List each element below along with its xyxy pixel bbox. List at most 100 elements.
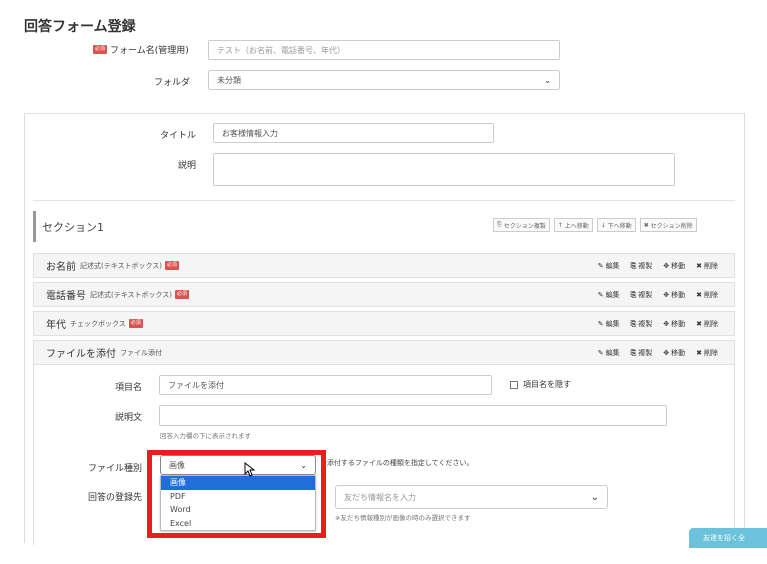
move-label: 移動 [671, 261, 686, 270]
delete-button[interactable]: ✖ 削除 [696, 261, 718, 271]
delete-label: 削除 [704, 290, 718, 299]
dest-label: 回答の登録先 [87, 493, 142, 503]
copy-button[interactable]: ⎘ 複製 [631, 348, 653, 358]
content-desc-label: 説明 [177, 161, 196, 171]
chevron-down-icon: ⌄ [544, 75, 551, 85]
delete-label: 削除 [704, 319, 718, 328]
item-name-input[interactable]: ファイルを添付 [159, 375, 492, 395]
delete-button[interactable]: ✖ 削除 [696, 319, 718, 329]
section-bar [33, 211, 36, 242]
item-name: 年代 [46, 320, 66, 331]
form-name-input[interactable]: テスト（お名前、電話番号、年代） [208, 40, 560, 60]
section-up-button[interactable]: ↑ 上へ移動 [553, 218, 593, 232]
content-desc-textarea[interactable] [213, 153, 675, 186]
copy-label: 複製 [638, 319, 653, 328]
item-name: お名前 [46, 262, 76, 273]
delete-button[interactable]: ✖ 削除 [696, 348, 718, 358]
item-row-age[interactable]: 年代 チェックボックス 必須 ✎ 編集 ⎘ 複製 ✥ 移動 ✖ 削除 [33, 311, 735, 336]
item-actions: ✎ 編集 ⎘ 複製 ✥ 移動 ✖ 削除 [598, 341, 718, 364]
desc-label: 説明文 [114, 413, 142, 423]
file-type-label: ファイル種別 [87, 464, 142, 474]
form-name-label: フォーム名(管理用) [110, 46, 189, 56]
floating-button[interactable]: 友達を招く全 [689, 528, 767, 548]
item-type: 記述式(テキストボックス) [90, 290, 173, 299]
delete-label: 削除 [704, 348, 718, 357]
section-copy-label: セクション複製 [503, 222, 546, 230]
item-name: ファイルを添付 [46, 349, 116, 360]
file-type-help: ※添付するファイルの種類を指定してください。 [321, 459, 474, 467]
close-icon: ✖ [696, 319, 702, 328]
required-badge: 必須 [93, 45, 108, 54]
item-type: チェックボックス [70, 319, 126, 328]
close-icon: ✖ [643, 221, 649, 229]
move-button[interactable]: ✥ 移動 [663, 261, 685, 271]
delete-button[interactable]: ✖ 削除 [696, 290, 718, 300]
content-title-input[interactable]: お客様情報入力 [213, 123, 494, 143]
section-copy-button[interactable]: ⎘ セクション複製 [493, 218, 550, 232]
hide-name-checkbox[interactable] [510, 380, 518, 389]
section-title: セクション1 [42, 221, 104, 234]
copy-icon: ⎘ [630, 261, 637, 270]
form-name-label-group: 必須 フォーム名(管理用) [93, 43, 189, 56]
item-row-name[interactable]: お名前 記述式(テキストボックス) 必須 ✎ 編集 ⎘ 複製 ✥ 移動 ✖ 削除 [33, 253, 735, 278]
section-toolbar: ⎘ セクション複製 ↑ 上へ移動 ↓ 下へ移動 ✖ セクション削除 [493, 218, 697, 232]
edit-button[interactable]: ✎ 編集 [598, 261, 620, 271]
item-type: ファイル添付 [120, 348, 162, 357]
item-name: 電話番号 [46, 291, 86, 302]
copy-button[interactable]: ⎘ 複製 [631, 290, 653, 300]
arrow-up-icon: ↑ [557, 221, 563, 229]
move-icon: ✥ [663, 290, 670, 299]
item-name-label: 項目名 [114, 383, 142, 393]
required-badge: 必須 [165, 261, 180, 270]
section-down-button[interactable]: ↓ 下へ移動 [596, 218, 636, 232]
move-button[interactable]: ✥ 移動 [663, 348, 685, 358]
edit-label: 編集 [605, 348, 620, 357]
edit-button[interactable]: ✎ 編集 [598, 319, 620, 329]
move-label: 移動 [671, 348, 686, 357]
dest-help: ※友だち情報種別が画像の時のみ選択できます [335, 514, 471, 522]
move-button[interactable]: ✥ 移動 [663, 290, 685, 300]
arrow-down-icon: ↓ [600, 221, 606, 229]
item-type: 記述式(テキストボックス) [80, 261, 163, 270]
highlight-box [147, 450, 326, 538]
page-title: 回答フォーム登録 [24, 19, 136, 35]
form-name-placeholder: テスト（お名前、電話番号、年代） [217, 45, 345, 55]
item-row-file[interactable]: ファイルを添付 ファイル添付 ✎ 編集 ⎘ 複製 ✥ 移動 ✖ 削除 [33, 340, 735, 365]
item-row-phone[interactable]: 電話番号 記述式(テキストボックス) 必須 ✎ 編集 ⎘ 複製 ✥ 移動 ✖ 削除 [33, 282, 735, 307]
section-delete-label: セクション削除 [650, 222, 693, 230]
section-up-label: 上へ移動 [564, 222, 589, 230]
pencil-icon: ✎ [597, 261, 604, 270]
folder-label: フォルダ [153, 78, 190, 88]
hide-name-group: 項目名を隠す [510, 379, 571, 390]
close-icon: ✖ [696, 261, 702, 270]
desc-input[interactable] [159, 405, 667, 426]
copy-button[interactable]: ⎘ 複製 [631, 261, 653, 271]
close-icon: ✖ [696, 348, 702, 357]
content-title-label: タイトル [159, 131, 196, 141]
item-actions: ✎ 編集 ⎘ 複製 ✥ 移動 ✖ 削除 [598, 312, 718, 335]
desc-help: 回答入力欄の下に表示されます [160, 432, 251, 440]
section-delete-button[interactable]: ✖ セクション削除 [639, 218, 697, 232]
edit-button[interactable]: ✎ 編集 [598, 290, 620, 300]
section-down-label: 下へ移動 [607, 222, 632, 230]
move-label: 移動 [671, 290, 686, 299]
copy-label: 複製 [638, 290, 653, 299]
folder-select[interactable]: 未分類 ⌄ [208, 70, 560, 90]
copy-icon: ⎘ [497, 221, 502, 228]
copy-label: 複製 [638, 348, 653, 357]
pencil-icon: ✎ [597, 348, 604, 357]
delete-label: 削除 [704, 261, 718, 270]
required-badge: 必須 [128, 319, 143, 328]
content-title-value: お客様情報入力 [222, 128, 278, 138]
copy-icon: ⎘ [630, 348, 637, 357]
move-button[interactable]: ✥ 移動 [663, 319, 685, 329]
dest-select[interactable]: 友だち情報名を入力 ⌄ [335, 485, 608, 509]
edit-label: 編集 [605, 290, 620, 299]
edit-button[interactable]: ✎ 編集 [598, 348, 620, 358]
copy-icon: ⎘ [630, 290, 637, 299]
floating-button-label: 友達を招く全 [703, 534, 745, 542]
divider [33, 200, 735, 201]
item-name-value: ファイルを添付 [168, 380, 224, 390]
copy-icon: ⎘ [630, 319, 637, 328]
copy-button[interactable]: ⎘ 複製 [631, 319, 653, 329]
